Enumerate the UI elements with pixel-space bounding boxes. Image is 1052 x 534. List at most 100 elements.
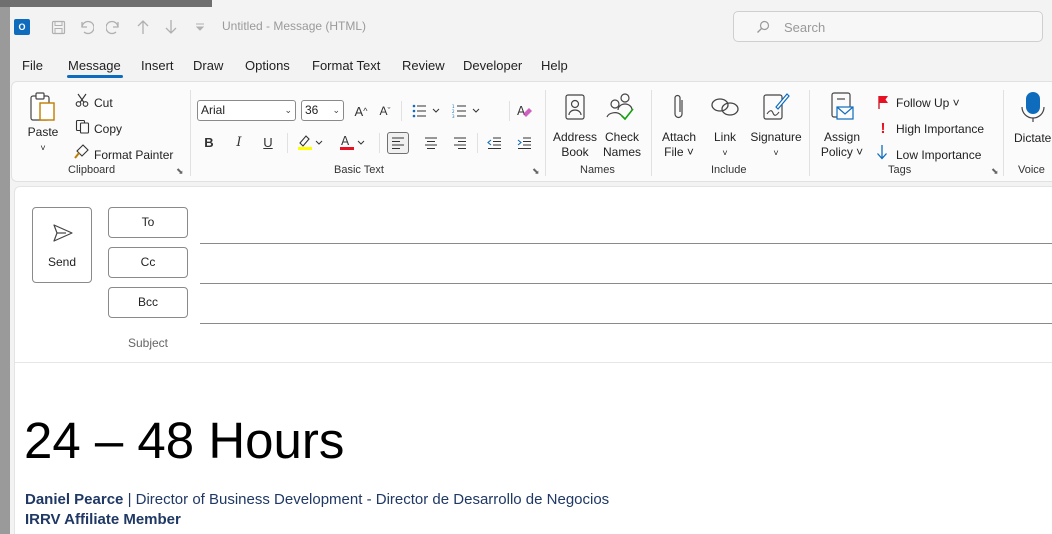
tab-options[interactable]: Options xyxy=(245,58,290,73)
signature-membership[interactable]: IRRV Affiliate Member xyxy=(25,511,181,528)
address-book-button[interactable]: Address Book xyxy=(549,130,601,160)
basic-text-group-label: Basic Text xyxy=(334,164,384,176)
tags-group-label: Tags xyxy=(888,164,912,176)
link-icon xyxy=(709,94,741,120)
chevron-down-icon: ⌄ xyxy=(284,105,292,115)
signature-name: Daniel Pearce xyxy=(25,491,124,508)
paste-button[interactable]: Paste ˅ xyxy=(24,125,62,156)
font-name-select[interactable]: Arial ⌄ xyxy=(197,100,296,121)
tab-format-text[interactable]: Format Text xyxy=(312,58,380,73)
scissors-icon xyxy=(74,92,90,108)
send-button[interactable]: Send xyxy=(32,207,92,283)
align-left-button[interactable] xyxy=(387,132,409,154)
bullets-button[interactable] xyxy=(410,101,444,121)
outlook-message-window: O Untitled - Message (HTML) Search File xyxy=(10,7,1052,534)
inline-separator xyxy=(379,133,380,153)
subject-field-divider xyxy=(15,362,1052,363)
follow-up-button[interactable]: Follow Up ˅ xyxy=(896,96,960,110)
tab-developer[interactable]: Developer xyxy=(463,58,522,73)
align-center-button[interactable] xyxy=(421,133,441,153)
paste-icon[interactable] xyxy=(28,90,58,124)
high-importance-icon: ! xyxy=(880,119,886,137)
group-separator xyxy=(545,90,546,176)
bcc-button[interactable]: Bcc xyxy=(108,287,188,318)
undo-icon[interactable] xyxy=(76,17,96,37)
redo-icon[interactable] xyxy=(104,17,124,37)
group-separator xyxy=(190,90,191,176)
assign-policy-button[interactable]: Assign Policy ˅ xyxy=(818,130,866,160)
font-size-select[interactable]: 36 ⌄ xyxy=(301,100,344,121)
ribbon-tabs: File Message Insert Draw Options Format … xyxy=(10,53,1052,79)
attach-file-button[interactable]: Attach File ˅ xyxy=(658,130,700,160)
signature-icon xyxy=(761,90,791,122)
inline-separator xyxy=(477,133,478,153)
bcc-field[interactable] xyxy=(200,323,1052,324)
outlook-app-icon: O xyxy=(14,19,30,35)
chevron-down-icon: ⌄ xyxy=(332,105,340,115)
group-separator xyxy=(1003,90,1004,176)
active-tab-indicator xyxy=(67,75,123,78)
group-separator xyxy=(809,90,810,176)
cc-field[interactable] xyxy=(200,283,1052,284)
title-bar: O Untitled - Message (HTML) Search xyxy=(10,7,1052,47)
inline-separator xyxy=(287,133,288,153)
dictate-button[interactable]: Dictate xyxy=(1014,131,1051,145)
group-separator xyxy=(651,90,652,176)
cut-button[interactable]: Cut xyxy=(94,96,113,110)
check-names-button[interactable]: Check Names xyxy=(600,130,644,160)
signature-title: Director of Business Development - Direc… xyxy=(135,491,610,508)
highlight-button[interactable] xyxy=(294,132,328,152)
search-icon xyxy=(756,20,770,34)
check-names-icon xyxy=(604,90,636,122)
low-importance-button[interactable]: Low Importance xyxy=(896,148,981,162)
send-icon xyxy=(52,223,74,243)
tab-insert[interactable]: Insert xyxy=(141,58,174,73)
tab-draw[interactable]: Draw xyxy=(193,58,223,73)
down-arrow-icon[interactable] xyxy=(161,17,181,37)
clipboard-launcher-icon[interactable]: ⬊ xyxy=(176,166,184,177)
copy-button[interactable]: Copy xyxy=(94,122,122,136)
tags-launcher-icon[interactable]: ⬊ xyxy=(991,166,999,177)
message-body-heading[interactable]: 24 – 48 Hours xyxy=(24,411,344,470)
to-field[interactable] xyxy=(200,243,1052,244)
increase-indent-button[interactable] xyxy=(514,133,534,153)
send-label: Send xyxy=(47,255,77,269)
signature-separator: | xyxy=(123,491,136,508)
flag-icon xyxy=(876,94,890,110)
window-top-edge xyxy=(0,0,212,7)
window-left-edge xyxy=(0,0,10,534)
signature-button[interactable]: Signature ˅ xyxy=(746,130,806,161)
search-input[interactable]: Search xyxy=(733,11,1043,42)
numbering-button[interactable]: 123 xyxy=(450,101,484,121)
italic-button[interactable]: I xyxy=(229,132,249,152)
align-right-button[interactable] xyxy=(450,133,470,153)
format-painter-button[interactable]: Format Painter xyxy=(94,148,173,162)
underline-button[interactable]: U xyxy=(258,132,278,152)
address-book-icon xyxy=(562,92,588,122)
signature-line-1[interactable]: Daniel Pearce | Director of Business Dev… xyxy=(25,491,609,508)
clear-formatting-icon[interactable]: A xyxy=(515,101,535,121)
customize-icon[interactable] xyxy=(192,17,208,37)
subject-label: Subject xyxy=(127,336,169,350)
link-button[interactable]: Link ˅ xyxy=(709,130,741,161)
assign-policy-icon xyxy=(827,90,857,124)
shrink-font-button[interactable]: Aˇ xyxy=(375,101,395,121)
tab-help[interactable]: Help xyxy=(541,58,568,73)
basic-text-launcher-icon[interactable]: ⬊ xyxy=(532,166,540,177)
tab-file[interactable]: File xyxy=(22,58,43,73)
grow-font-button[interactable]: A ^ xyxy=(351,101,371,121)
names-group-label: Names xyxy=(580,164,615,176)
bold-button[interactable]: B xyxy=(199,132,219,152)
to-button[interactable]: To xyxy=(108,207,188,238)
high-importance-button[interactable]: High Importance xyxy=(896,122,984,136)
svg-text:3: 3 xyxy=(452,114,455,118)
cc-button[interactable]: Cc xyxy=(108,247,188,278)
save-icon[interactable] xyxy=(48,17,68,37)
tab-review[interactable]: Review xyxy=(402,58,445,73)
font-color-button[interactable]: A xyxy=(336,132,370,152)
up-arrow-icon[interactable] xyxy=(133,17,153,37)
include-group-label: Include xyxy=(711,164,747,176)
decrease-indent-button[interactable] xyxy=(484,133,504,153)
format-painter-icon xyxy=(74,143,90,159)
tab-message[interactable]: Message xyxy=(68,58,121,73)
